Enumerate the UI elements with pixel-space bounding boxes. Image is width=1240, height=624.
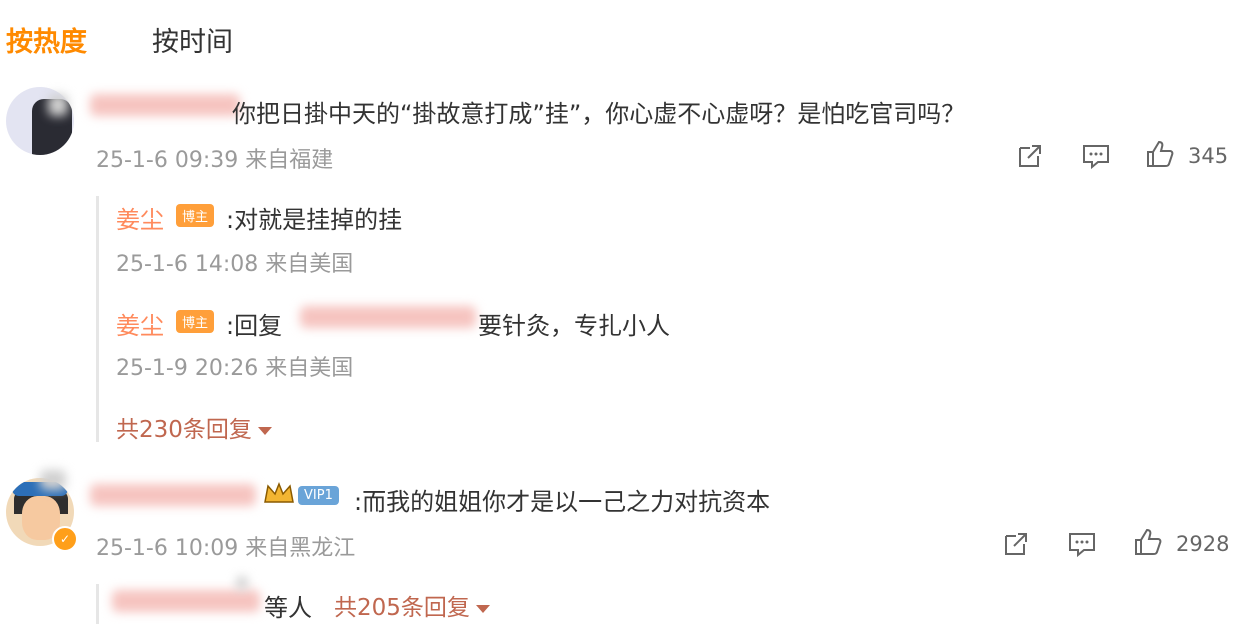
crown-icon <box>264 481 294 503</box>
verified-icon: ✓ <box>52 526 78 552</box>
author-badge: 博主 <box>176 310 215 333</box>
reply-others: 等人 <box>264 594 312 622</box>
tab-time[interactable]: 按时间 <box>152 20 233 59</box>
comment-time: 25-1-6 09:39 来自福建 <box>96 148 334 173</box>
vip-badge: VIP1 <box>298 486 339 505</box>
comment-icon[interactable] <box>1066 528 1098 560</box>
more-replies-link[interactable]: 共230条回复 <box>116 410 272 444</box>
like-icon[interactable] <box>1144 138 1176 170</box>
reply-time: 25-1-6 14:08 来自美国 <box>116 252 354 277</box>
reply-author[interactable]: 姜尘 <box>116 306 164 341</box>
reply-text: :对就是挂掉的挂 <box>226 206 403 234</box>
comment-text: 你把日掛中天的“掛故意打成”挂”，你心虚不心虚呀？是怕吃官司吗？ <box>232 100 966 128</box>
comment-text: :而我的姐姐你才是以一己之力对抗资本 <box>354 488 771 516</box>
blurred-avatar-area <box>40 470 66 490</box>
reply-text-prefix: :回复 <box>226 312 283 340</box>
comment-time: 25-1-6 10:09 来自黑龙江 <box>96 536 356 561</box>
reply-divider <box>96 196 99 442</box>
share-icon[interactable] <box>1000 528 1032 560</box>
like-icon[interactable] <box>1132 526 1164 558</box>
caret-down-icon <box>257 426 272 435</box>
blurred-username <box>300 306 476 328</box>
blurred-mark <box>236 576 248 590</box>
reply-time: 25-1-9 20:26 来自美国 <box>116 356 354 381</box>
more-replies-link[interactable]: 共205条回复 <box>334 588 490 622</box>
blurred-username <box>112 590 260 612</box>
blurred-username <box>90 484 256 506</box>
share-icon[interactable] <box>1014 140 1046 172</box>
reply-author[interactable]: 姜尘 <box>116 200 164 235</box>
reply-text-suffix: 要针灸，专扎小人 <box>478 312 670 340</box>
comment-icon[interactable] <box>1080 140 1112 172</box>
blurred-avatar-area <box>48 94 68 116</box>
like-count: 345 <box>1188 144 1229 168</box>
tab-hot[interactable]: 按热度 <box>6 20 87 59</box>
reply-divider <box>96 584 99 624</box>
caret-down-icon <box>475 604 490 613</box>
like-count: 2928 <box>1176 532 1230 556</box>
blurred-username <box>90 94 240 116</box>
author-badge: 博主 <box>176 204 215 227</box>
